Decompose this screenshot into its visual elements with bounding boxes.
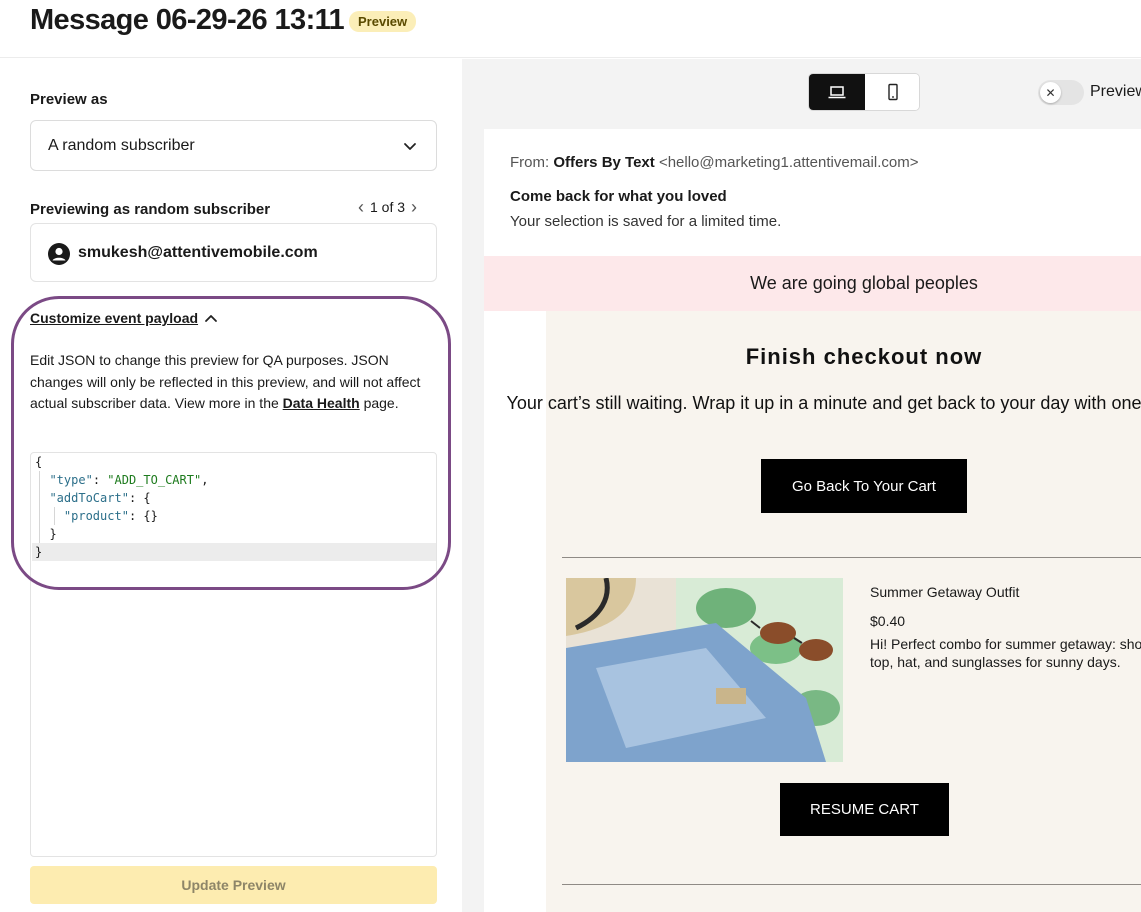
pager-text: 1 of 3 xyxy=(370,199,406,215)
chevron-down-icon xyxy=(404,143,416,150)
resume-cart-button[interactable]: RESUME CART xyxy=(780,783,949,836)
json-token: } xyxy=(49,527,57,541)
pager-prev-button[interactable]: ‹ xyxy=(358,198,364,216)
json-line: "product": {} xyxy=(63,509,158,523)
page-header: Message 06-29-26 13:11 Preview xyxy=(0,0,1141,58)
email-heading: Finish checkout now xyxy=(745,344,983,369)
json-key: "type" xyxy=(49,473,93,487)
json-line: } xyxy=(35,525,57,543)
data-health-link[interactable]: Data Health xyxy=(283,395,360,411)
pager-next-button[interactable]: › xyxy=(411,198,417,216)
go-back-to-cart-button[interactable]: Go Back To Your Cart xyxy=(761,459,967,513)
desktop-view-button[interactable] xyxy=(809,74,865,110)
subscriber-pager: ‹ 1 of 3 › xyxy=(358,198,417,216)
json-token: { xyxy=(35,455,43,469)
preview-toggle-label: Preview xyxy=(1090,83,1141,100)
close-icon: ✕ xyxy=(1040,82,1061,103)
payload-help-text: Edit JSON to change this preview for QA … xyxy=(30,350,430,415)
divider xyxy=(562,557,1141,558)
email-preview-card: From: Offers By Text <hello@marketing1.a… xyxy=(484,129,1141,912)
json-line: } xyxy=(35,543,42,561)
chevron-up-icon[interactable] xyxy=(203,311,219,327)
page-title: Message 06-29-26 13:11 xyxy=(30,4,345,36)
preview-settings-panel: Preview as A random subscriber Previewin… xyxy=(0,59,462,912)
email-subject: Come back for what you loved xyxy=(510,188,727,205)
from-name: Offers By Text xyxy=(553,154,655,171)
mobile-view-button[interactable] xyxy=(865,74,919,110)
email-preheader: Your selection is saved for a limited ti… xyxy=(510,213,782,230)
help-text-after: page. xyxy=(359,395,399,411)
json-token: {} xyxy=(143,509,158,523)
banner-text: We are going global peoples xyxy=(750,273,978,293)
previewing-label: Previewing as random subscriber xyxy=(30,201,271,218)
device-toggle xyxy=(808,73,920,111)
email-body: Finish checkout now Your cart’s still wa… xyxy=(506,311,1141,912)
active-line-highlight xyxy=(32,543,436,561)
json-line: "addToCart": { xyxy=(49,491,151,505)
json-line: "type": "ADD_TO_CART", xyxy=(49,473,209,487)
subscriber-card: smukesh@attentivemobile.com xyxy=(30,223,437,282)
subscriber-email: smukesh@attentivemobile.com xyxy=(78,244,318,261)
laptop-icon xyxy=(828,86,846,99)
preview-badge: Preview xyxy=(349,11,417,32)
from-address: <hello@marketing1.attentivemail.com> xyxy=(658,154,919,171)
email-preview-panel: ✕ Preview From: Offers By Text <hello@ma… xyxy=(462,59,1141,912)
user-icon xyxy=(48,243,70,265)
json-string: "ADD_TO_CART" xyxy=(107,473,202,487)
from-label: From: xyxy=(510,154,554,171)
json-line: { xyxy=(35,453,42,471)
json-key: "addToCart" xyxy=(49,491,129,505)
product-name: Summer Getaway Outfit xyxy=(870,584,1020,600)
email-copy: Your cart’s still waiting. Wrap it up in… xyxy=(506,393,1141,413)
outfit-photo xyxy=(566,578,843,762)
json-key: "product" xyxy=(63,509,129,523)
email-banner: We are going global peoples xyxy=(484,256,1141,311)
email-from-line: From: Offers By Text <hello@marketing1.a… xyxy=(510,154,918,171)
phone-icon xyxy=(888,83,898,101)
divider xyxy=(562,884,1141,885)
json-editor[interactable]: { "type": "ADD_TO_CART", "addToCart": { … xyxy=(30,452,437,857)
update-preview-button[interactable]: Update Preview xyxy=(30,866,437,904)
preview-as-label: Preview as xyxy=(30,91,108,108)
json-token: } xyxy=(35,545,43,559)
customize-payload-toggle[interactable]: Customize event payload xyxy=(30,310,198,326)
preview-toggle-switch[interactable]: ✕ xyxy=(1038,80,1084,105)
product-price: $0.40 xyxy=(870,613,906,629)
preview-as-select[interactable]: A random subscriber xyxy=(30,120,437,171)
product-image xyxy=(566,578,843,762)
product-description: Hi! Perfect combo for summer getaway: sh… xyxy=(870,636,1141,670)
select-value: A random subscriber xyxy=(48,137,195,154)
